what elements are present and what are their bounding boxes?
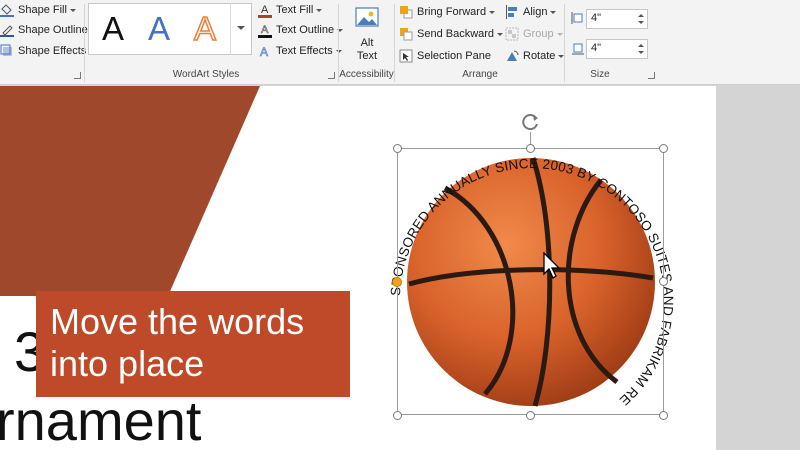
svg-text:A: A (261, 4, 269, 16)
text-effects-button[interactable]: A Text Effects (258, 42, 342, 60)
wordart-gallery-more-button[interactable] (230, 3, 252, 55)
size-launcher-icon[interactable] (648, 72, 655, 79)
align-button[interactable]: Align (505, 3, 557, 21)
wordart-launcher-icon[interactable] (328, 72, 335, 79)
rotate-label: Rotate (523, 50, 556, 62)
shape-effects-button[interactable]: Shape Effects (0, 42, 96, 60)
shape-width-value: 4" (591, 42, 602, 54)
text-fill-button[interactable]: A Text Fill (258, 1, 323, 19)
adjustment-handle[interactable] (392, 277, 402, 287)
paint-bucket-icon (0, 3, 14, 17)
group-button[interactable]: Group (505, 25, 563, 43)
shape-effects-label: Shape Effects (18, 45, 87, 57)
slide-canvas: 3 rnament Move the words into place S ON… (0, 86, 800, 450)
shape-width-input[interactable]: 4" (586, 39, 648, 59)
text-outline-icon: A (258, 23, 272, 38)
accessibility-group-label: Accessibility (339, 69, 394, 80)
instruction-callout: Move the words into place (36, 291, 350, 397)
selection-box (397, 148, 664, 415)
wordart-styles-gallery[interactable]: A A A (88, 3, 252, 55)
selection-pane-label: Selection Pane (417, 50, 491, 62)
alt-text-button[interactable]: Alt Text (344, 3, 390, 65)
shape-height-value: 4" (591, 12, 602, 24)
callout-line-2: into place (50, 343, 205, 384)
shape-fill-button[interactable]: Shape Fill (0, 1, 76, 19)
text-effects-icon: A (258, 44, 272, 60)
text-outline-label: Text Outline (276, 24, 335, 36)
text-outline-button[interactable]: A Text Outline (258, 21, 344, 39)
pen-outline-icon (0, 23, 14, 37)
bring-forward-icon (399, 5, 413, 19)
svg-text:A: A (261, 24, 269, 36)
send-backward-label: Send Backward (417, 28, 495, 40)
send-backward-icon (399, 27, 413, 41)
wordart-style-black[interactable]: A (91, 10, 135, 48)
shape-effects-icon (0, 44, 14, 58)
text-fill-icon: A (258, 3, 272, 18)
wordart-styles-group-label: WordArt Styles (172, 69, 240, 80)
slide-subtitle-fragment[interactable]: rnament (0, 391, 201, 450)
resize-handle-bottom[interactable] (526, 411, 535, 420)
bring-forward-label: Bring Forward (417, 6, 487, 18)
shape-width-icon (571, 41, 585, 55)
resize-handle-top-right[interactable] (659, 144, 668, 153)
shape-styles-launcher-icon[interactable] (74, 72, 81, 79)
text-fill-label: Text Fill (276, 4, 314, 16)
text-effects-label: Text Effects (276, 45, 333, 57)
shape-height-icon (571, 11, 585, 25)
rotate-button[interactable]: Rotate (505, 47, 565, 65)
callout-line-1: Move the words (50, 301, 305, 342)
resize-handle-top-left[interactable] (393, 144, 402, 153)
arrange-group-label: Arrange (462, 69, 498, 80)
align-label: Align (523, 6, 548, 18)
slide[interactable]: 3 rnament Move the words into place S ON… (0, 86, 716, 450)
group-label: Group (523, 28, 554, 40)
alt-text-label-line2: Text (356, 50, 378, 62)
mouse-pointer-icon (543, 252, 561, 279)
resize-handle-top[interactable] (526, 144, 535, 153)
selection-pane-button[interactable]: Selection Pane (399, 47, 491, 65)
alt-text-label-line1: Alt (360, 37, 374, 49)
resize-handle-right[interactable] (659, 277, 668, 286)
shape-fill-label: Shape Fill (18, 4, 67, 16)
alt-text-image-icon (354, 5, 380, 31)
shape-outline-label: Shape Outline (18, 24, 88, 36)
rotate-icon (505, 49, 519, 63)
size-group-label: Size (590, 69, 610, 80)
group-icon (505, 27, 519, 41)
shape-height-input[interactable]: 4" (586, 9, 648, 29)
svg-text:A: A (260, 45, 268, 58)
resize-handle-bottom-right[interactable] (659, 411, 668, 420)
selection-pane-icon (399, 49, 413, 63)
wordart-style-blue[interactable]: A (137, 10, 181, 48)
send-backward-button[interactable]: Send Backward (399, 25, 504, 43)
powerpoint-window: Shape Fill Shape Outline Shape Effects A… (0, 0, 800, 450)
rotate-handle-icon[interactable] (521, 112, 541, 132)
wordart-style-orange-outline[interactable]: A (183, 9, 227, 48)
ribbon-format-tab: Shape Fill Shape Outline Shape Effects A… (0, 0, 800, 85)
align-icon (505, 5, 519, 19)
bring-forward-button[interactable]: Bring Forward (399, 3, 496, 21)
shape-outline-button[interactable]: Shape Outline (0, 21, 97, 39)
resize-handle-bottom-left[interactable] (393, 411, 402, 420)
